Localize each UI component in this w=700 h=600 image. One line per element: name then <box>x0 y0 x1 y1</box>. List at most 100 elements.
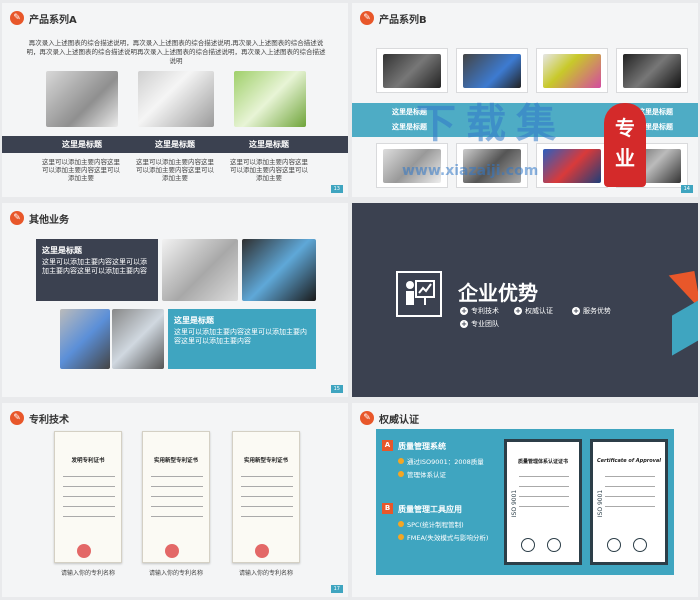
slide-header: ✎ 产品系列B <box>360 9 427 27</box>
bullet-icon <box>398 471 404 477</box>
slide-header: ✎ 权威认证 <box>360 409 419 427</box>
watermark-url: www.xiazaiji.com <box>402 163 539 179</box>
product-image-tablet <box>463 54 521 88</box>
product-image-frame <box>138 71 214 127</box>
slide-company-advantage[interactable]: 企业优势 + 专利技术 + 权威认证 + 服务优势 + 专业团队 <box>352 203 698 397</box>
product-tile <box>536 48 608 93</box>
box-body: 这里可以添加主要内容这里可以添加主要内容这里可以添加主要内容 <box>42 258 147 275</box>
content-box-teal: 这里是标题 这里可以添加主要内容这里可以添加主要内容这里可以添加主要内容 <box>168 309 316 369</box>
certificate-name: 实用新型专利证书 <box>153 458 198 464</box>
section-title: 质量管理工具应用 <box>398 505 462 514</box>
content-box-dark: 这里是标题 这里可以添加主要内容这里可以添加主要内容这里可以添加主要内容 <box>36 239 158 301</box>
page-number: 17 <box>330 585 343 593</box>
pen-icon: ✎ <box>10 411 24 425</box>
plus-icon: + <box>460 307 468 315</box>
page-number: 13 <box>330 185 343 193</box>
certificate-name: 质量管理体系认证证书 <box>517 459 568 465</box>
slide-header: ✎ 产品系列A <box>10 9 77 27</box>
slide-header: ✎ 专利技术 <box>10 409 69 427</box>
iso-certificate: 质量管理体系认证证书 ISO 9001 <box>504 439 582 565</box>
item-caption: 这里可以添加主要内容这里可以添加主要内容这里可以添加主要 <box>136 158 214 182</box>
pen-icon: ✎ <box>360 411 374 425</box>
item-heading: 这里是标题 <box>249 140 289 149</box>
product-tile <box>616 48 688 93</box>
product-image-speaker <box>623 54 681 88</box>
slide-title: 产品系列A <box>29 14 77 26</box>
watermark-badge-text: 专业 <box>615 116 635 170</box>
pen-icon: ✎ <box>360 11 374 25</box>
item-caption: 这里可以添加主要内容这里可以添加主要内容这里可以添加主要 <box>42 158 120 182</box>
seal-icon <box>165 544 179 558</box>
section-badge: B <box>382 503 393 514</box>
product-image-mp3 <box>46 71 118 127</box>
product-image-laptop <box>112 309 164 369</box>
patent-certificate: 实用新型专利证书 <box>142 431 210 563</box>
slide-product-series-a[interactable]: ✎ 产品系列A 再次录入上述图表的综合描述说明，再次录入上述图表的综合描述说明,… <box>2 3 348 197</box>
section-item: 通过ISO9001：2008质量 <box>398 456 484 466</box>
watermark-title: 下载集 <box>416 101 566 147</box>
product-image-tablets <box>60 309 110 369</box>
item-heading: 这里是标题 <box>62 140 102 149</box>
section-title: 质量管理系统 <box>398 442 446 451</box>
pen-icon: ✎ <box>10 211 24 225</box>
certificate-name: 发明专利证书 <box>71 458 105 464</box>
slide-header: ✎ 其他业务 <box>10 209 69 227</box>
product-image-camera <box>162 239 238 301</box>
iaf-logo-icon <box>521 538 535 552</box>
section-item: FMEA(失效模式与影响分析) <box>398 532 488 542</box>
patent-certificate: 实用新型专利证书 <box>232 431 300 563</box>
product-image-battery <box>234 71 306 127</box>
page-number: 15 <box>330 385 343 393</box>
presentation-icon-svg <box>406 280 435 305</box>
slide-thumbnail-grid: ✎ 产品系列A 再次录入上述图表的综合描述说明，再次录入上述图表的综合描述说明,… <box>0 0 700 600</box>
product-image-usb <box>543 54 601 88</box>
bullet-icon <box>398 521 404 527</box>
box-title: 这里是标题 <box>174 316 214 325</box>
advantage-item: + 权威认证 <box>514 307 553 315</box>
page-number: 14 <box>680 185 693 193</box>
ukas-logo-icon <box>633 538 647 552</box>
slide-title: 其他业务 <box>29 214 69 226</box>
seal-icon <box>255 544 269 558</box>
pen-icon: ✎ <box>10 11 24 25</box>
product-image-headphones <box>543 149 601 183</box>
box-title: 这里是标题 <box>42 246 82 255</box>
ukas-logo-icon <box>547 538 561 552</box>
product-tile <box>536 143 608 188</box>
iso-mark: ISO 9001 <box>511 489 519 518</box>
product-image-gps <box>242 239 316 301</box>
advantage-item: + 专利技术 <box>460 307 499 315</box>
slide-patent-technology[interactable]: ✎ 专利技术 发明专利证书 实用新型专利证书 实用新型专利证书 请输入你的专利名… <box>2 403 348 597</box>
product-tile <box>376 48 448 93</box>
advantage-item: + 专业团队 <box>460 320 499 328</box>
patent-certificate: 发明专利证书 <box>54 431 122 563</box>
certificate-caption: 请输入你的专利名称 <box>60 570 115 577</box>
slide-product-series-b[interactable]: ✎ 产品系列B 这里是标题 这里是标题 这里是标题 这里是标题 下载集 www.… <box>352 3 698 197</box>
iso-mark: ISO 9001 <box>597 489 605 518</box>
certificate-name: Certificate of Approval <box>596 458 662 464</box>
bullet-icon <box>398 534 404 540</box>
plus-icon: + <box>572 307 580 315</box>
slide-description: 再次录入上述图表的综合描述说明，再次录入上述图表的综合描述说明,再次录入上述图表… <box>26 39 326 65</box>
box-body: 这里可以添加主要内容这里可以添加主要内容这里可以添加主要内容 <box>174 328 307 345</box>
plus-icon: + <box>460 320 468 328</box>
slide-authority-certification[interactable]: ✎ 权威认证 A 质量管理系统 通过ISO9001：2008质量 管理体系认证 … <box>352 403 698 597</box>
advantage-item: + 服务优势 <box>572 307 611 315</box>
certificate-name: 实用新型专利证书 <box>243 458 288 464</box>
product-image-camera <box>383 54 441 88</box>
section-badge: A <box>382 440 393 451</box>
plus-icon: + <box>514 307 522 315</box>
iso-certificate: Certificate of Approval ISO 9001 <box>590 439 668 565</box>
slide-title: 权威认证 <box>379 414 419 426</box>
item-caption: 这里可以添加主要内容这里可以添加主要内容这里可以添加主要 <box>230 158 308 182</box>
product-tile <box>456 48 528 93</box>
section-item: SPC(统计制程管制) <box>398 519 464 529</box>
seal-icon <box>77 544 91 558</box>
certificate-caption: 请输入你的专利名称 <box>148 570 203 577</box>
bullet-icon <box>398 458 404 464</box>
iaf-logo-icon <box>607 538 621 552</box>
section-title: 企业优势 <box>458 281 538 305</box>
slide-title: 专利技术 <box>29 414 69 426</box>
slide-other-business[interactable]: ✎ 其他业务 这里是标题 这里可以添加主要内容这里可以添加主要内容这里可以添加主… <box>2 203 348 397</box>
section-item: 管理体系认证 <box>398 469 446 479</box>
